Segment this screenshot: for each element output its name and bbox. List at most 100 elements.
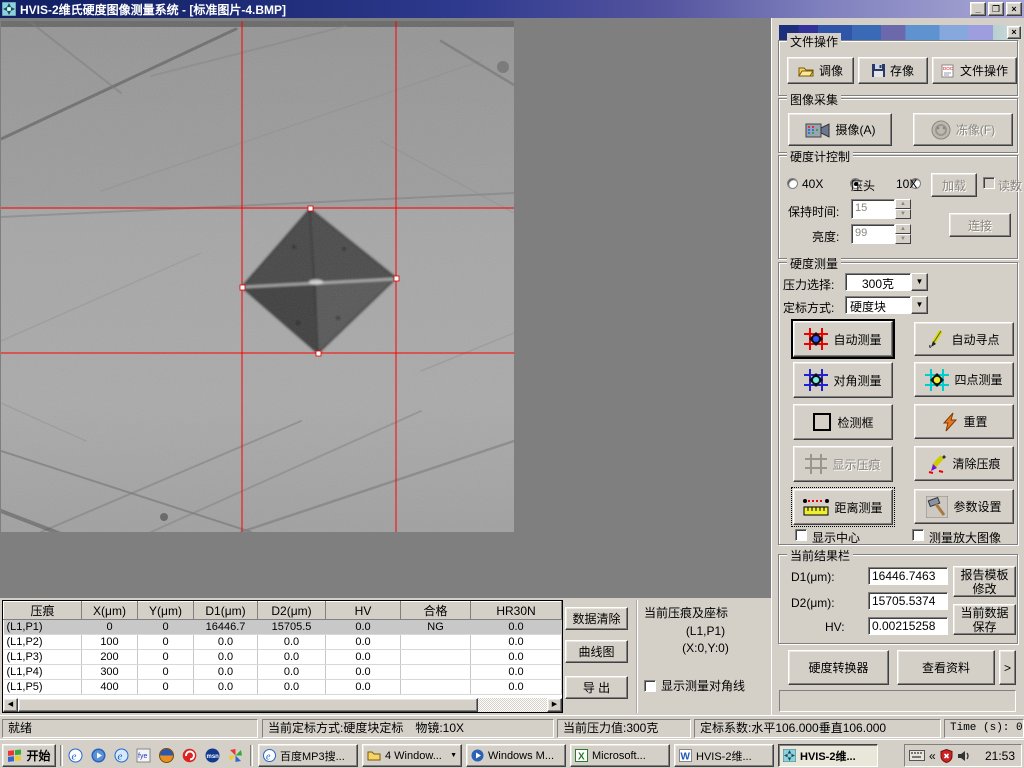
col-header[interactable]: 压痕 (4, 602, 82, 620)
task-excel[interactable]: X Microsoft... (570, 744, 670, 767)
svg-text:msn: msn (206, 754, 219, 760)
read-checkbox-label: 读数 (998, 177, 1022, 194)
scroll-left-icon[interactable]: ◀ (3, 698, 18, 712)
status-bar: 就绪 当前定标方式:硬度块定标 物镜:10X 当前压力值:300克 定标系数:水… (0, 715, 1024, 739)
close-button[interactable]: × (1006, 2, 1022, 16)
chevron-down-icon[interactable]: ▼ (911, 296, 928, 314)
quicklaunch-sphere-icon[interactable] (157, 746, 175, 764)
security-shield-icon[interactable] (940, 749, 953, 763)
col-header[interactable]: X(μm) (82, 602, 138, 620)
panel-footer-bar (779, 690, 1016, 712)
diagonal-measure-icon (804, 369, 828, 391)
table-row[interactable]: (L1,P2)10000.00.00.00.0 (4, 635, 562, 650)
capture-group: 图像采集 摄像(A) 冻像(F) (778, 98, 1018, 153)
load-image-button[interactable]: 调像 (787, 57, 854, 84)
chevron-down-icon[interactable]: ▼ (911, 273, 928, 291)
svg-text:X: X (578, 752, 585, 763)
freeze-button: 冻像(F) (913, 113, 1013, 146)
image-display-area (0, 18, 771, 598)
col-header[interactable]: D2(μm) (258, 602, 326, 620)
detect-box-button[interactable]: 检测框 (793, 404, 893, 440)
distance-measure-button[interactable]: 距离测量 (793, 489, 893, 525)
keyboard-icon[interactable] (909, 750, 925, 761)
save-image-button[interactable]: 存像 (858, 57, 928, 84)
camera-button[interactable]: 摄像(A) (788, 113, 892, 146)
auto-find-button[interactable]: 自动寻点 (914, 322, 1014, 356)
quicklaunch-eye-icon[interactable]: fye (134, 746, 152, 764)
minimize-button[interactable]: _ (970, 2, 986, 16)
task-hvis-app[interactable]: HVIS-2维... (778, 744, 878, 767)
quicklaunch-browser-icon[interactable]: e (112, 746, 130, 764)
svg-text:W: W (681, 752, 691, 763)
report-template-button[interactable]: 报告模板 修改 (953, 566, 1016, 597)
calib-select[interactable]: 硬度块 ▼ (845, 296, 928, 314)
show-diagonal-checkbox[interactable] (644, 680, 656, 692)
title-bar: HVIS-2维氏硬度图像测量系统 - [标准图片-4.BMP] _ ❐ × (0, 0, 1024, 18)
zoom-image-checkbox[interactable] (912, 529, 924, 541)
start-button[interactable]: 开始 (2, 744, 56, 767)
table-row[interactable]: (L1,P3)20000.00.00.00.0 (4, 650, 562, 665)
table-row[interactable]: (L1,P4)30000.00.00.00.0 (4, 665, 562, 680)
scrollbar-thumb[interactable] (18, 698, 478, 712)
status-ready: 就绪 (2, 719, 258, 738)
show-center-checkbox[interactable] (795, 529, 807, 541)
pressure-select[interactable]: 300克 ▼ (845, 273, 928, 291)
col-header[interactable]: D1(μm) (194, 602, 258, 620)
radio-40x[interactable] (787, 178, 798, 189)
clear-data-button[interactable]: 数据清除 (565, 607, 628, 630)
d2-label: D2(μm): (791, 596, 835, 610)
col-header[interactable]: HV (326, 602, 401, 620)
save-floppy-icon (872, 64, 885, 77)
task-windows-media[interactable]: Windows M... (466, 744, 566, 767)
curve-chart-button[interactable]: 曲线图 (565, 640, 628, 663)
file-operation-button[interactable]: DOC 文件操作 (932, 57, 1017, 84)
task-baidu-mp3[interactable]: e 百度MP3搜... (258, 744, 358, 767)
speaker-icon[interactable] (957, 750, 971, 762)
tray-chevron-icon[interactable]: « (929, 749, 936, 763)
brightness-label: 亮度: (812, 228, 839, 245)
table-hscrollbar[interactable]: ◀ ▶ (3, 698, 562, 712)
ruler-icon (803, 498, 829, 516)
show-indent-button: 显示压痕 (793, 446, 893, 482)
microscope-image[interactable] (1, 21, 514, 532)
quicklaunch-msn-icon[interactable]: msn (203, 746, 221, 764)
export-button[interactable]: 导 出 (565, 676, 628, 699)
table-row[interactable]: (L1,P1)0016446.715705.50.0NG0.0 (4, 620, 562, 635)
restore-button[interactable]: ❐ (988, 2, 1004, 16)
word-icon: W (679, 749, 692, 762)
col-header[interactable]: Y(μm) (138, 602, 194, 620)
quicklaunch-pinwheel-icon[interactable] (226, 746, 244, 764)
quicklaunch-swirl-icon[interactable] (180, 746, 198, 764)
auto-measure-button[interactable]: 自动测量 (793, 321, 893, 357)
col-header[interactable]: 合格 (401, 602, 471, 620)
diagonal-measure-button[interactable]: 对角测量 (793, 362, 893, 398)
status-pressure: 当前压力值:300克 (557, 719, 691, 738)
panel-close-icon[interactable]: × (1007, 26, 1021, 39)
quicklaunch-ie-icon[interactable]: e (66, 746, 84, 764)
show-diagonal-label: 显示测量对角线 (661, 677, 745, 694)
view-docs-button[interactable]: 查看资料 (897, 650, 995, 685)
freeze-icon (931, 120, 951, 140)
task-word-hvis[interactable]: W HVIS-2维... (674, 744, 774, 767)
quicklaunch-wmp-icon[interactable] (89, 746, 107, 764)
tray-clock[interactable]: 21:53 (985, 749, 1015, 763)
d2-value: 15705.5374 (868, 592, 948, 610)
four-point-measure-button[interactable]: 四点测量 (914, 362, 1014, 397)
radio-10x-label: 10X (896, 177, 917, 191)
current-indent-title: 当前压痕及座标 (644, 604, 767, 621)
col-header[interactable]: HR30N (471, 602, 562, 620)
table-header-row: 压痕 X(μm) Y(μm) D1(μm) D2(μm) HV 合格 HR30N (4, 602, 562, 620)
table-row[interactable]: (L1,P5)40000.00.00.00.0 (4, 680, 562, 695)
hammer-icon (926, 496, 948, 518)
reset-button[interactable]: 重置 (914, 404, 1014, 439)
clear-indent-button[interactable]: 清除压痕 (914, 446, 1014, 481)
save-data-button[interactable]: 当前数据 保存 (953, 604, 1016, 635)
more-button[interactable]: > (999, 650, 1016, 685)
camera-icon (805, 121, 831, 139)
hardness-converter-button[interactable]: 硬度转换器 (788, 650, 889, 685)
scroll-right-icon[interactable]: ▶ (547, 698, 562, 712)
task-windows-folder[interactable]: 4 Window... ▼ (362, 744, 462, 767)
param-settings-button[interactable]: 参数设置 (914, 489, 1014, 524)
chevron-down-icon[interactable]: ▼ (450, 752, 457, 759)
d1-value: 16446.7463 (868, 567, 948, 585)
